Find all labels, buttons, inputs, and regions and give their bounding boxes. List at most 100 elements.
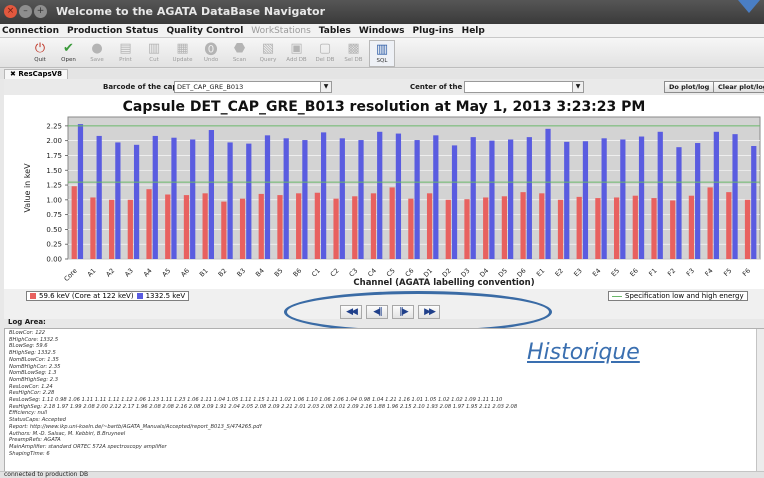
menu-item-workstations[interactable]: WorkStations — [251, 24, 310, 37]
menu-item-production-status[interactable]: Production Status — [67, 24, 158, 37]
log-line: MainAmplifier: standard ORTEC 572A spect… — [9, 443, 167, 450]
log-line: StatusCaps: Accepted — [9, 417, 66, 424]
bar-high-d2 — [451, 145, 458, 259]
menu-item-help[interactable]: Help — [462, 24, 485, 37]
x-tick-label: A4 — [142, 267, 154, 279]
quit-button[interactable]: ⏻ Quit — [27, 40, 53, 67]
chevron-down-icon[interactable]: ▼ — [320, 82, 331, 92]
legend-spec-label: Specification low and high energy — [625, 292, 744, 300]
x-tick-label: F4 — [703, 267, 714, 278]
print-button[interactable]: ▤ Print — [113, 40, 139, 67]
bar-high-f3 — [695, 143, 701, 259]
y-tick-label: 1.75 — [46, 152, 62, 160]
bar-low-f3 — [688, 195, 695, 259]
bar-high-a4 — [152, 135, 158, 259]
toolbar-label: Update — [172, 57, 193, 63]
log-line: ResHighSeg: 2.18 1.97 1.99 2.08 2.00 2.1… — [9, 403, 518, 410]
bar-low-d6 — [520, 192, 526, 259]
menu-item-connection[interactable]: Connection — [2, 24, 59, 37]
menu-item-quality-control[interactable]: Quality Control — [166, 24, 243, 37]
y-tick-label: 0.50 — [46, 226, 62, 234]
legend-spec: Specification low and high energy — [608, 291, 748, 301]
barcode-select[interactable]: DET_CAP_GRE_B013 ▼ — [174, 81, 332, 93]
window-title: Welcome to the AGATA DataBase Navigator — [56, 5, 326, 18]
maximize-icon[interactable]: + — [34, 5, 47, 18]
arrow-down-icon — [738, 0, 760, 13]
clear-plot-button[interactable]: Clear plot/log — [713, 81, 764, 93]
bar-high-c1 — [320, 132, 327, 259]
update-button[interactable]: ▦ Update — [170, 40, 196, 67]
log-area[interactable]: BLowCor: 122 BHighCore: 1332.5 BLowSeg: 59… — [4, 328, 764, 471]
bar-low-b2 — [221, 201, 227, 259]
log-line: Efficiency: null — [9, 410, 48, 417]
del-db-button[interactable]: ▢ Del DB — [312, 40, 338, 67]
menu-item-plug-ins[interactable]: Plug-ins — [413, 24, 454, 37]
sql-button[interactable]: ▥ SQL — [369, 40, 395, 67]
x-tick-label: E2 — [554, 267, 565, 278]
query-button[interactable]: ▧ Query — [255, 40, 281, 67]
add-db-button[interactable]: ▣ Add DB — [284, 40, 310, 67]
bar-low-d2 — [445, 199, 451, 259]
toolbar-label: Open — [61, 57, 76, 63]
bar-low-c1 — [314, 192, 320, 259]
menu-item-windows[interactable]: Windows — [359, 24, 405, 37]
cut-button[interactable]: ▥ Cut — [141, 40, 167, 67]
log-line: NomBLowSeg: 1.3 — [9, 370, 57, 377]
bar-high-b3 — [246, 143, 252, 259]
x-tick-label: A3 — [123, 267, 135, 279]
x-tick-label: C6 — [404, 267, 416, 279]
bar-high-f5 — [732, 134, 738, 259]
log-line: Authors: M.-D. Salsac, M. Kebbiri, B.Bru… — [9, 430, 126, 437]
menu-item-tables[interactable]: Tables — [319, 24, 351, 37]
toolbar-label: Query — [259, 57, 277, 63]
log-line: NomBHighSeg: 2.3 — [9, 376, 59, 383]
sel-db-button[interactable]: ▩ Sel DB — [341, 40, 367, 67]
bar-high-b2 — [227, 142, 233, 259]
scan-icon: ⬣ — [233, 40, 246, 56]
log-scrollbar[interactable] — [756, 329, 764, 471]
y-tick-label: 2.25 — [46, 122, 62, 130]
bar-high-c4 — [377, 131, 383, 259]
open-icon: ✔ — [63, 40, 74, 56]
historique-annotation: Historique — [527, 340, 640, 365]
x-tick-label: E5 — [610, 267, 621, 278]
bar-high-b4 — [264, 135, 271, 259]
minimize-icon[interactable]: – — [19, 5, 32, 18]
toolbar-label: Undo — [203, 57, 219, 63]
barcode-value: DET_CAP_GRE_B013 — [177, 83, 244, 91]
legend-spec-line — [612, 295, 622, 297]
legend-swatch-high — [136, 293, 143, 299]
center-select[interactable]: ▼ — [464, 81, 584, 93]
y-axis-label: Value in keV — [23, 163, 32, 213]
log-line: BHighSeg: 1332.5 — [9, 350, 56, 357]
bar-high-d1 — [433, 135, 439, 259]
x-tick-label: E3 — [572, 267, 583, 278]
bar-low-e5 — [613, 197, 620, 259]
open-button[interactable]: ✔ Open — [56, 40, 82, 67]
bar-low-c6 — [408, 198, 414, 259]
close-icon[interactable]: × — [4, 5, 17, 18]
bar-low-f6 — [744, 199, 751, 259]
save-button[interactable]: ● Save — [84, 40, 110, 67]
undo-button[interactable]: ⓿ Undo — [198, 40, 224, 67]
chevron-down-icon[interactable]: ▼ — [572, 82, 583, 92]
y-tick-label: 1.00 — [46, 196, 62, 204]
tab-rescapsv8[interactable]: ✖ ResCapsV8 — [4, 69, 68, 79]
scan-button[interactable]: ⬣ Scan — [227, 40, 253, 67]
bar-high-d4 — [489, 140, 495, 259]
bar-high-b5 — [283, 138, 289, 259]
bar-low-b4 — [258, 193, 264, 259]
bar-low-f1 — [651, 198, 657, 259]
do-plot-button[interactable]: Do plot/log — [664, 81, 715, 93]
x-tick-label: F5 — [722, 267, 733, 278]
bar-low-c3 — [352, 196, 358, 259]
del-db-icon: ▢ — [318, 40, 332, 56]
add-db-icon: ▣ — [290, 40, 303, 56]
query-icon: ▧ — [261, 40, 275, 56]
toolbar-label: Quit — [34, 57, 46, 63]
legend-label-low: 59.6 keV (Core at 122 keV) — [39, 292, 134, 300]
x-tick-label: E1 — [535, 267, 546, 278]
log-line: ResHighCor: 2.28 — [9, 390, 55, 397]
bar-high-f2 — [676, 147, 682, 259]
bar-low-core — [71, 186, 77, 259]
